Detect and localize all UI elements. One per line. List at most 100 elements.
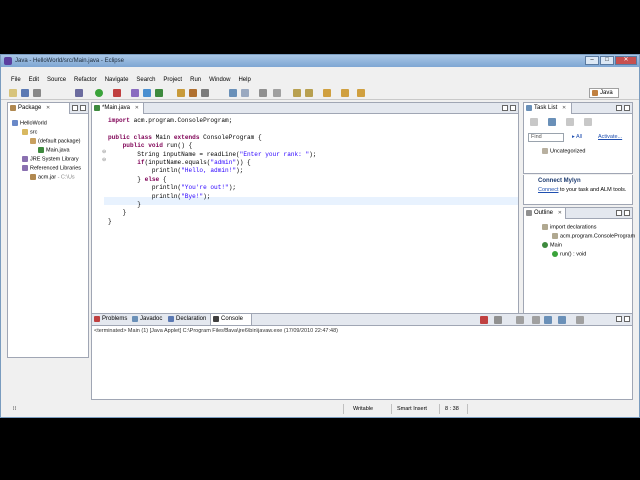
tree-item-main-java[interactable]: Main.java [38,147,70,154]
title-bar[interactable]: Java - HelloWorld/src/Main.java - Eclips… [1,55,639,67]
tree-item-acm-jar[interactable]: acm.jar - C:\Us [30,174,75,181]
collapse-all-icon[interactable] [584,118,592,126]
remove-launch-icon[interactable] [494,316,502,324]
task-activate-link[interactable]: Activate... [598,134,622,140]
tab-console[interactable]: Console ✕ [210,314,252,333]
tree-item-jre[interactable]: JRE System Library [22,156,79,163]
close-icon[interactable]: ✕ [562,105,566,111]
categorize-icon[interactable] [548,118,556,126]
tab-problems[interactable]: Problems [92,314,130,325]
save-icon[interactable] [21,89,29,97]
menu-help[interactable]: Help [234,75,254,85]
minimize-view-button[interactable] [502,105,508,111]
code-line[interactable]: public void run() { [108,142,193,150]
search-icon[interactable] [201,89,209,97]
clear-console-icon[interactable] [516,316,524,324]
menu-run[interactable]: Run [186,75,205,85]
maximize-button[interactable]: □ [600,56,614,65]
minimize-view-button[interactable] [72,105,78,111]
back-icon[interactable] [341,89,349,97]
code-line[interactable]: public class Main extends ConsoleProgram… [108,134,262,142]
close-button[interactable]: ✕ [615,56,637,65]
maximize-view-button[interactable] [624,316,630,322]
minimize-button[interactable]: – [585,56,599,65]
tab-declaration[interactable]: Declaration [166,314,210,325]
next-annotation-icon[interactable] [293,89,301,97]
minimize-view-button[interactable] [616,105,622,111]
code-line[interactable]: println("You're out!"); [108,184,236,192]
code-line[interactable]: } else { [108,176,166,184]
java-perspective-button[interactable]: Java [589,88,619,98]
menu-window[interactable]: Window [205,75,234,85]
focus-icon[interactable] [566,118,574,126]
tree-item-project[interactable]: HelloWorld [12,120,47,127]
tab-task-list[interactable]: Task List ✕ [524,103,572,114]
maximize-view-button[interactable] [80,105,86,111]
show-whitespace-icon[interactable] [241,89,249,97]
toggle-mark-occurrences-icon[interactable] [229,89,237,97]
menu-search[interactable]: Search [132,75,159,85]
close-icon[interactable]: ✕ [558,210,562,216]
code-line[interactable]: String inputName = readLine("Enter your … [108,151,316,159]
outline-item-import[interactable]: acm.program.ConsoleProgram [552,233,635,240]
code-line[interactable]: println("Hello, admin!"); [108,167,243,175]
display-console-icon[interactable] [558,316,566,324]
outline-item-imports[interactable]: import declarations [542,224,596,231]
tree-item-src[interactable]: src [22,129,37,136]
fold-icon[interactable]: ⊖ [102,157,106,163]
maximize-view-button[interactable] [510,105,516,111]
new-package-icon[interactable] [143,89,151,97]
tab-package-explorer[interactable]: Package ✕ [8,103,70,114]
open-type-icon[interactable] [177,89,185,97]
close-icon[interactable]: ✕ [46,105,50,111]
task-find-input[interactable]: Find [528,133,564,142]
maximize-view-button[interactable] [624,105,630,111]
code-line[interactable]: import acm.program.ConsoleProgram; [108,117,232,125]
debug-icon[interactable] [75,89,83,97]
run-icon[interactable] [95,89,103,97]
tab-main-java[interactable]: *Main.java ✕ [92,103,144,114]
tab-javadoc[interactable]: Javadoc [130,314,166,325]
connect-link[interactable]: Connect [538,187,559,193]
menu-navigate[interactable]: Navigate [101,75,133,85]
open-task-icon[interactable] [189,89,197,97]
minimize-view-button[interactable] [616,316,622,322]
code-line[interactable]: if(inputName.equals("admin")) { [108,159,250,167]
task-category-uncategorized[interactable]: Uncategorized [542,148,585,155]
code-line[interactable]: } [108,209,127,217]
tab-outline[interactable]: Outline ✕ [524,208,566,219]
outline-item-run[interactable]: run() : void [552,251,586,258]
tree-item-default-package[interactable]: (default package) [30,138,81,145]
menu-edit[interactable]: Edit [25,75,43,85]
open-console-icon[interactable] [576,316,584,324]
external-tools-icon[interactable] [113,89,121,97]
menu-file[interactable]: File [7,75,25,85]
scroll-lock-icon[interactable] [532,316,540,324]
code-line[interactable]: } [108,218,112,226]
fold-icon[interactable]: ⊖ [102,149,106,155]
tree-item-referenced-libraries[interactable]: Referenced Libraries [22,165,81,172]
minimize-view-button[interactable] [616,210,622,216]
status-icon[interactable]: ⁞⁞ [13,405,16,413]
maximize-view-button[interactable] [624,210,630,216]
new-class-icon[interactable] [155,89,163,97]
previous-annotation-icon[interactable] [305,89,313,97]
block-selection-icon[interactable] [259,89,267,97]
close-icon[interactable]: ✕ [135,105,139,111]
new-java-project-icon[interactable] [131,89,139,97]
code-line[interactable]: } [108,201,141,209]
print-icon[interactable] [33,89,41,97]
outline-item-main[interactable]: Main [542,242,562,249]
menu-project[interactable]: Project [159,75,186,85]
terminate-icon[interactable] [480,316,488,324]
task-all-link[interactable]: ▸ All [572,134,582,140]
forward-icon[interactable] [357,89,365,97]
menu-refactor[interactable]: Refactor [70,75,101,85]
show-source-icon[interactable] [273,89,281,97]
last-edit-icon[interactable] [323,89,331,97]
menu-source[interactable]: Source [43,75,70,85]
code-line[interactable]: println("Bye!"); [108,193,211,201]
pin-console-icon[interactable] [544,316,552,324]
new-task-icon[interactable] [530,118,538,126]
new-icon[interactable] [9,89,17,97]
